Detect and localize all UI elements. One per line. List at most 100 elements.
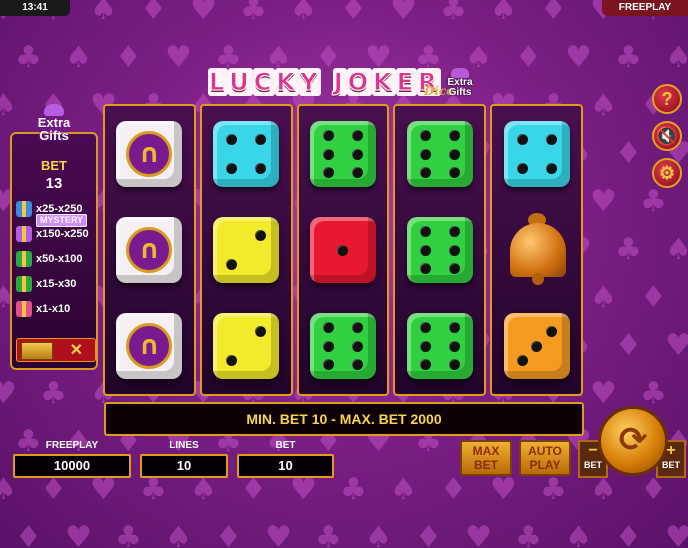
dice-pip bbox=[545, 163, 557, 175]
sound-off-icon[interactable]: 🔇 bbox=[652, 121, 682, 151]
logo-letter: K bbox=[372, 68, 396, 97]
dice-pip bbox=[322, 340, 334, 352]
logo-letter: C bbox=[252, 68, 276, 97]
suit-pattern-icon: ♦ bbox=[15, 520, 42, 548]
dice-pip bbox=[448, 226, 460, 238]
paytable-row: x50-x100 bbox=[16, 248, 94, 270]
horseshoe-icon: ∩ bbox=[126, 227, 173, 273]
paytable-value: x150-x250 bbox=[36, 228, 89, 240]
reel-cell bbox=[492, 202, 581, 298]
reel-cell bbox=[299, 202, 388, 298]
reel-cell bbox=[299, 106, 388, 202]
horseshoe-icon: ∩ bbox=[126, 323, 173, 369]
horseshoe-die-icon: ∩ bbox=[116, 121, 183, 187]
bet-label: BET bbox=[275, 440, 296, 451]
freeplay-box: FREEPLAY 10000 bbox=[13, 440, 131, 478]
suit-pattern-icon: ♥ bbox=[0, 376, 17, 411]
dice-2-icon bbox=[213, 313, 280, 379]
suit-pattern-icon: ♣ bbox=[540, 472, 567, 507]
suit-pattern-icon: ♣ bbox=[315, 520, 342, 548]
dice-1-icon bbox=[309, 217, 376, 283]
bet-increase-label: BET bbox=[662, 460, 680, 470]
logo-extra-gifts: Extra Gifts bbox=[440, 68, 480, 100]
bell-body bbox=[509, 223, 566, 277]
dice-pip bbox=[352, 148, 363, 160]
dice-6-icon bbox=[309, 313, 376, 379]
dice-pip bbox=[352, 340, 363, 352]
freeplay-label: FREEPLAY bbox=[45, 440, 99, 451]
logo-letter: E bbox=[395, 68, 418, 97]
purple-gift-icon bbox=[16, 201, 32, 217]
message-bar: MIN. BET 10 - MAX. BET 2000 bbox=[104, 402, 584, 436]
reel bbox=[296, 104, 390, 396]
suit-pattern-icon: ♣ bbox=[640, 376, 667, 411]
max-bet-line2: BET bbox=[474, 458, 498, 472]
help-icon[interactable]: ? bbox=[652, 84, 682, 114]
dice-pip bbox=[448, 358, 460, 370]
suit-pattern-icon: ♣ bbox=[340, 472, 367, 507]
horseshoe-die-icon: ∩ bbox=[116, 217, 183, 283]
suit-pattern-icon: ♣ bbox=[40, 376, 67, 411]
close-icon[interactable]: ✕ bbox=[70, 340, 83, 360]
reels: ∩ ∩ ∩ bbox=[103, 104, 583, 396]
dice-pip bbox=[448, 262, 460, 274]
toggle-knob[interactable] bbox=[21, 342, 53, 360]
dice-6-icon bbox=[309, 121, 376, 187]
max-bet-button[interactable]: MAX BET bbox=[460, 440, 512, 476]
dice-pip bbox=[419, 130, 431, 142]
reel-cell: ∩ bbox=[105, 298, 194, 394]
dice-pip bbox=[322, 322, 334, 334]
panel-bet-value: 13 bbox=[45, 175, 63, 192]
suit-pattern-icon: ♥ bbox=[590, 376, 617, 411]
dice-2-icon bbox=[213, 217, 280, 283]
dice-pip bbox=[448, 322, 460, 334]
reel-cell bbox=[492, 106, 581, 202]
dice-pip bbox=[545, 325, 557, 337]
dice-6-icon bbox=[406, 217, 473, 283]
suit-pattern-icon: ♠ bbox=[565, 520, 592, 548]
suit-pattern-icon: ♦ bbox=[415, 520, 442, 548]
logo-letter: O bbox=[346, 68, 373, 97]
dice-pip bbox=[516, 163, 528, 175]
reel-cell bbox=[299, 298, 388, 394]
top-bar: 13:41 FREEPLAY bbox=[0, 0, 688, 16]
dice-pip bbox=[255, 325, 267, 337]
auto-play-button[interactable]: AUTO PLAY bbox=[519, 440, 571, 476]
suit-pattern-icon: ♠ bbox=[165, 520, 192, 548]
logo-title: LUCKY JOKER bbox=[208, 68, 441, 97]
dice-pip bbox=[352, 322, 363, 334]
dice-4-icon bbox=[503, 121, 570, 187]
dice-pip bbox=[322, 130, 334, 142]
dice-pip bbox=[448, 340, 460, 352]
dice-pip bbox=[255, 133, 267, 145]
dice-pip bbox=[255, 163, 267, 175]
auto-play-line2: PLAY bbox=[529, 458, 561, 472]
bet-box: BET 10 bbox=[237, 440, 334, 478]
dice-pip bbox=[419, 148, 431, 160]
gear-icon[interactable]: ⚙ bbox=[652, 158, 682, 188]
suit-pattern-icon: ♠ bbox=[665, 232, 688, 267]
suit-pattern-icon: ♥ bbox=[490, 472, 517, 507]
dice-pip bbox=[419, 322, 431, 334]
dice-pip bbox=[516, 133, 528, 145]
logo-letter: K bbox=[275, 68, 300, 97]
paytable-value: x15-x30 bbox=[36, 278, 77, 290]
dice-4-icon bbox=[213, 121, 280, 187]
spin-arrows-icon: ⟳ bbox=[618, 420, 648, 460]
dice-pip bbox=[419, 226, 431, 238]
reel bbox=[490, 104, 583, 396]
suit-pattern-icon: ♣ bbox=[15, 40, 42, 75]
suit-pattern-icon: ♣ bbox=[115, 520, 142, 548]
dice-pip bbox=[419, 358, 431, 370]
logo-gifts-text: Gifts bbox=[448, 87, 472, 98]
dice-pip bbox=[255, 229, 267, 241]
lines-label: LINES bbox=[169, 440, 199, 451]
dice-pip bbox=[226, 259, 238, 271]
reel bbox=[393, 104, 487, 396]
dice-pip bbox=[322, 358, 334, 370]
spin-button[interactable]: ⟳ bbox=[598, 406, 668, 476]
green-gift-icon bbox=[16, 276, 32, 292]
dice-pip bbox=[419, 262, 431, 274]
gifts-toggle[interactable]: ✕ bbox=[16, 338, 96, 362]
mystery-label: MYSTERY bbox=[36, 214, 88, 227]
